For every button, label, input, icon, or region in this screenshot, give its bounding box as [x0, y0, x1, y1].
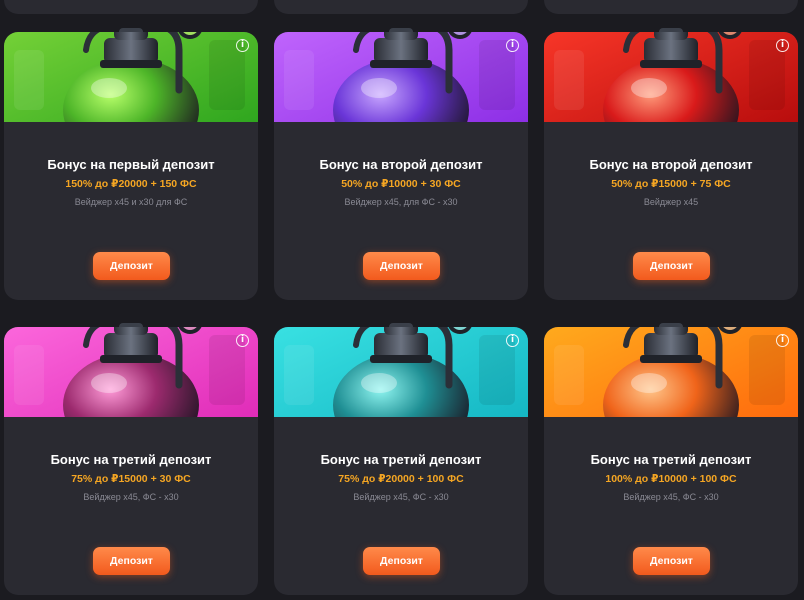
bonus-wager: Вейджер х45, ФС - х30 [623, 492, 719, 502]
bonus-wager: Вейджер х45 и х30 для ФС [74, 197, 188, 207]
info-icon[interactable]: i [236, 39, 249, 52]
teal-gas-tank-icon [274, 327, 528, 417]
bonus-card: i Бонус на второй депозит 50% до ₽15000 … [544, 28, 798, 300]
bonus-offer: 150% до ₽20000 + 150 ФС [65, 178, 197, 190]
bonus-wager: Вейджер х45 [643, 197, 699, 207]
purple-gas-tank-icon [274, 32, 528, 122]
deposit-button[interactable]: Депозит [633, 252, 710, 280]
bonus-card: i Бонус на второй депозит 50% до ₽10000 … [274, 28, 528, 300]
pink-gas-tank-icon [4, 327, 258, 417]
bonus-offer: 50% до ₽10000 + 30 ФС [341, 178, 461, 190]
bonus-offer: 75% до ₽20000 + 100 ФС [338, 473, 464, 485]
card-partial-top-1 [4, 0, 258, 14]
bonus-title: Бонус на третий депозит [320, 452, 482, 467]
bonus-card: i Бонус на первый депозит 150% до ₽20000… [4, 28, 258, 300]
bonus-banner-image: i [274, 32, 528, 148]
deposit-button[interactable]: Депозит [633, 547, 710, 575]
bonus-offer: 75% до ₽15000 + 30 ФС [71, 473, 191, 485]
bonus-offer: 50% до ₽15000 + 75 ФС [611, 178, 731, 190]
red-gas-tank-icon [544, 32, 798, 122]
info-icon[interactable]: i [776, 39, 789, 52]
bonus-title: Бонус на третий депозит [590, 452, 752, 467]
deposit-button[interactable]: Депозит [93, 547, 170, 575]
orange-gas-tank-icon [659, 323, 683, 327]
tank-valve-overflow [544, 301, 798, 327]
bonus-title: Бонус на второй депозит [589, 157, 753, 172]
bonus-title: Бонус на первый депозит [47, 157, 215, 172]
bonus-banner-image: i [4, 32, 258, 148]
info-icon[interactable]: i [236, 334, 249, 347]
card-partial-top-2 [274, 0, 528, 14]
bonus-wager: Вейджер х45, ФС - х30 [353, 492, 449, 502]
bonus-banner-image: i [274, 327, 528, 443]
bonus-banner-image: i [544, 32, 798, 148]
bonus-offer: 100% до ₽10000 + 100 ФС [605, 473, 737, 485]
card-partial-top-3 [544, 0, 798, 14]
tank-valve-overflow [4, 301, 258, 327]
green-gas-tank-icon [4, 32, 258, 122]
bonus-card: i Бонус на третий депозит 100% до ₽10000… [544, 323, 798, 595]
deposit-button[interactable]: Депозит [363, 252, 440, 280]
info-icon[interactable]: i [506, 334, 519, 347]
bonus-banner-image: i [4, 327, 258, 443]
bonus-wager: Вейджер х45, для ФС - х30 [344, 197, 458, 207]
bonus-wager: Вейджер х45, ФС - х30 [83, 492, 179, 502]
pink-gas-tank-icon [119, 323, 143, 327]
teal-gas-tank-icon [389, 323, 413, 327]
bonus-card: i Бонус на третий депозит 75% до ₽20000 … [274, 323, 528, 595]
bonus-card: i Бонус на третий депозит 75% до ₽15000 … [4, 323, 258, 595]
bonus-title: Бонус на второй депозит [319, 157, 483, 172]
bonus-title: Бонус на третий депозит [50, 452, 212, 467]
deposit-button[interactable]: Депозит [363, 547, 440, 575]
tank-valve-overflow [274, 301, 528, 327]
bonus-banner-image: i [544, 327, 798, 443]
info-icon[interactable]: i [776, 334, 789, 347]
info-icon[interactable]: i [506, 39, 519, 52]
orange-gas-tank-icon [544, 327, 798, 417]
deposit-button[interactable]: Депозит [93, 252, 170, 280]
